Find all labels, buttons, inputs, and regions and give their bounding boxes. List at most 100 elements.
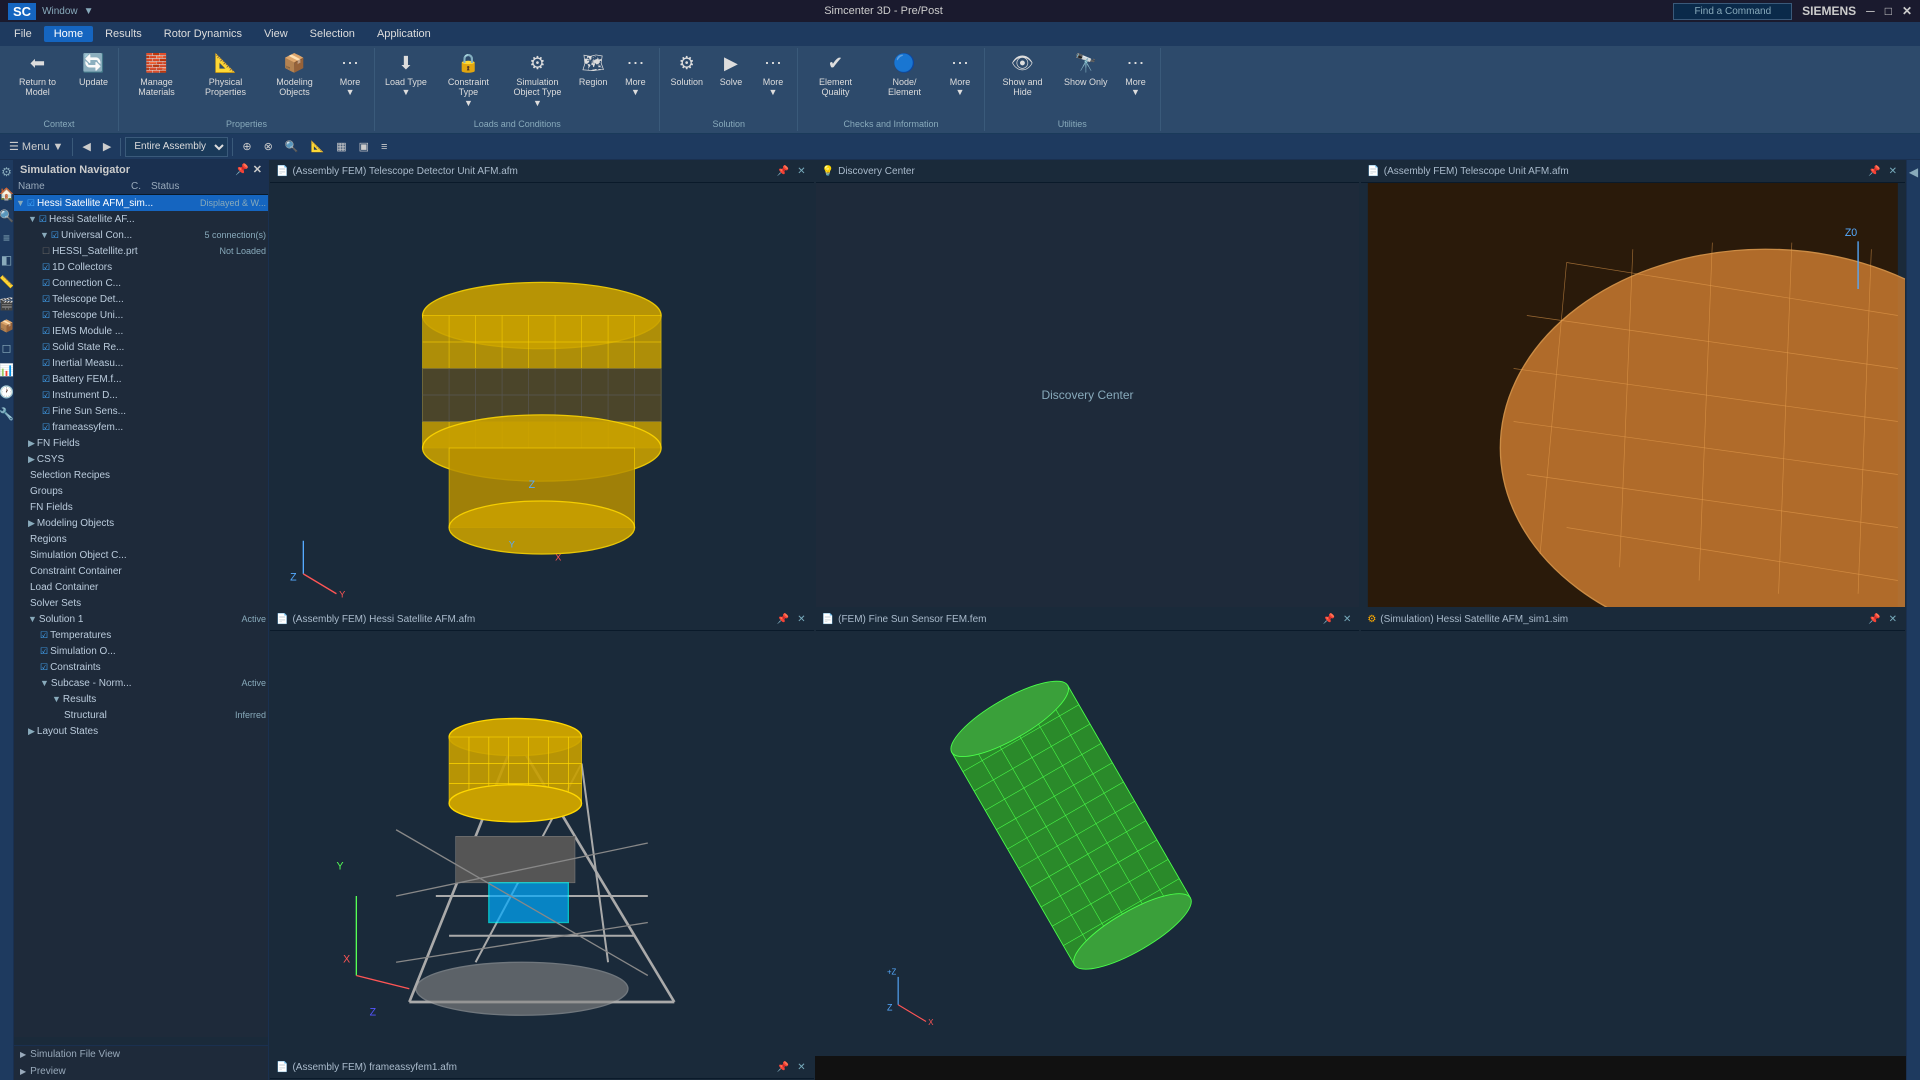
viewport-fine-sun-sensor[interactable]: 📄 (FEM) Fine Sun Sensor FEM.fem 📌 ✕ bbox=[815, 608, 1361, 1056]
tree-item-constraint-container[interactable]: Constraint Container bbox=[14, 563, 268, 579]
check-constraints[interactable]: ☑ bbox=[40, 662, 48, 673]
tree-item-solution1[interactable]: ▼ Solution 1 Active bbox=[14, 611, 268, 627]
vp6-close-btn[interactable]: ✕ bbox=[1887, 614, 1899, 625]
tree-item-satellite[interactable]: ▼ ☑ Hessi Satellite AF... bbox=[14, 211, 268, 227]
tree-item-constraints[interactable]: ☑ Constraints bbox=[14, 659, 268, 675]
left-icon-filter[interactable]: ≡ bbox=[0, 228, 13, 248]
ribbon-btn-more-loads[interactable]: ⋯ More ▼ bbox=[615, 50, 655, 101]
tree-item-regions[interactable]: Regions bbox=[14, 531, 268, 547]
right-icon-1[interactable]: ◀ bbox=[1906, 162, 1920, 182]
tree-item-modeling-objects[interactable]: ▶ Modeling Objects bbox=[14, 515, 268, 531]
tree-item-results[interactable]: ▼ Results bbox=[14, 691, 268, 707]
vp6-pin-btn[interactable]: 📌 bbox=[1866, 614, 1882, 625]
toolbar-assembly-select[interactable]: Entire Assembly bbox=[125, 137, 228, 157]
tree-item-fine-sun[interactable]: ☑ Fine Sun Sens... bbox=[14, 403, 268, 419]
ribbon-btn-modeling-objects[interactable]: 📦 Modeling Objects bbox=[261, 50, 328, 101]
ribbon-btn-update[interactable]: 🔄 Update bbox=[73, 50, 114, 90]
tree-item-inertial[interactable]: ☑ Inertial Measu... bbox=[14, 355, 268, 371]
vp4-pin-btn[interactable]: 📌 bbox=[1866, 166, 1882, 177]
menu-view[interactable]: View bbox=[254, 26, 298, 42]
toolbar-icon1[interactable]: ⊕ bbox=[237, 138, 256, 155]
check-universal[interactable]: ☑ bbox=[51, 230, 59, 241]
check-sim-o[interactable]: ☑ bbox=[40, 646, 48, 657]
menu-rotor-dynamics[interactable]: Rotor Dynamics bbox=[154, 26, 252, 42]
viewport-simulation-result[interactable]: ⚙ (Simulation) Hessi Satellite AFM_sim1.… bbox=[1360, 608, 1906, 1056]
viewport-frame-assembly[interactable]: 📄 (Assembly FEM) frameassyfem1.afm 📌 ✕ bbox=[269, 1056, 815, 1080]
tree-item-battery[interactable]: ☑ Battery FEM.f... bbox=[14, 371, 268, 387]
check-satellite[interactable]: ☑ bbox=[39, 214, 47, 225]
tree-item-universal[interactable]: ▼ ☑ Universal Con... 5 connection(s) bbox=[14, 227, 268, 243]
ribbon-btn-simulation-object-type[interactable]: ⚙ Simulation Object Type ▼ bbox=[504, 50, 571, 112]
ribbon-btn-physical-properties[interactable]: 📐 Physical Properties bbox=[192, 50, 259, 101]
ribbon-btn-solve[interactable]: ▶ Solve bbox=[711, 50, 751, 90]
toolbar-icon5[interactable]: ▦ bbox=[331, 138, 351, 155]
toggle-csys[interactable]: ▶ bbox=[28, 454, 35, 465]
vp7-pin-btn[interactable]: 📌 bbox=[775, 1062, 791, 1073]
toolbar-menu[interactable]: ☰ Menu ▼ bbox=[4, 138, 68, 155]
left-icon-shape[interactable]: ◻ bbox=[0, 338, 14, 358]
tree-item-temperatures[interactable]: ☑ Temperatures bbox=[14, 627, 268, 643]
toolbar-forward[interactable]: ▶ bbox=[98, 138, 116, 155]
menu-selection[interactable]: Selection bbox=[300, 26, 365, 42]
tree-item-root[interactable]: ▼ ☑ Hessi Satellite AFM_sim... Displayed… bbox=[14, 195, 268, 211]
window-max[interactable]: □ bbox=[1885, 4, 1892, 18]
check-instrument[interactable]: ☑ bbox=[42, 390, 50, 401]
menu-home[interactable]: Home bbox=[44, 26, 93, 42]
ribbon-btn-show-only[interactable]: 🔭 Show Only bbox=[1058, 50, 1114, 90]
tree-item-fn-fields[interactable]: ▶ FN Fields bbox=[14, 435, 268, 451]
tree-item-solid-state[interactable]: ☑ Solid State Re... bbox=[14, 339, 268, 355]
vp1-close-btn[interactable]: ✕ bbox=[795, 166, 807, 177]
ribbon-btn-constraint-type[interactable]: 🔒 Constraint Type ▼ bbox=[435, 50, 502, 112]
ribbon-btn-manage-materials[interactable]: 🧱 Manage Materials bbox=[123, 50, 190, 101]
viewport-telescope-unit[interactable]: 📄 (Assembly FEM) Telescope Unit AFM.afm … bbox=[1360, 160, 1906, 608]
left-icon-settings[interactable]: ⚙ bbox=[0, 162, 15, 182]
vp5-close-btn[interactable]: ✕ bbox=[1341, 614, 1353, 625]
sidebar-close-icon[interactable]: ✕ bbox=[253, 163, 262, 176]
menu-file[interactable]: File bbox=[4, 26, 42, 42]
check-root[interactable]: ☑ bbox=[27, 198, 35, 209]
vp3-close-btn[interactable]: ✕ bbox=[795, 614, 807, 625]
ribbon-btn-show-hide[interactable]: 👁 Show and Hide bbox=[989, 50, 1056, 101]
toggle-root[interactable]: ▼ bbox=[16, 198, 25, 208]
tree-item-1d-collectors[interactable]: ☑ 1D Collectors bbox=[14, 259, 268, 275]
toolbar-icon3[interactable]: 🔍 bbox=[280, 138, 304, 155]
toggle-modeling[interactable]: ▶ bbox=[28, 518, 35, 529]
toolbar-icon2[interactable]: ⊗ bbox=[259, 138, 278, 155]
ribbon-btn-more-checks[interactable]: ⋯ More ▼ bbox=[940, 50, 980, 101]
ribbon-btn-more-solution[interactable]: ⋯ More ▼ bbox=[753, 50, 793, 101]
toolbar-icon4[interactable]: 📐 bbox=[305, 138, 329, 155]
window-controls[interactable]: Window bbox=[42, 6, 78, 17]
viewport-discovery[interactable]: 💡 Discovery Center Discovery Center bbox=[815, 160, 1361, 608]
tree-item-iems[interactable]: ☑ IEMS Module ... bbox=[14, 323, 268, 339]
ribbon-btn-return-to-model[interactable]: ⬅ Return to Model bbox=[4, 50, 71, 101]
sidebar-hscrollbar[interactable] bbox=[14, 1037, 268, 1045]
check-1d[interactable]: ☑ bbox=[42, 262, 50, 273]
ribbon-btn-node-element[interactable]: 🔵 Node/ Element bbox=[871, 50, 938, 101]
check-temperatures[interactable]: ☑ bbox=[40, 630, 48, 641]
vp1-pin-btn[interactable]: 📌 bbox=[775, 166, 791, 177]
vp3-pin-btn[interactable]: 📌 bbox=[775, 614, 791, 625]
toggle-satellite[interactable]: ▼ bbox=[28, 214, 37, 224]
tree-item-selection-recipes[interactable]: Selection Recipes bbox=[14, 467, 268, 483]
sidebar-footer-sim-file[interactable]: ▶ Simulation File View bbox=[14, 1046, 268, 1063]
ribbon-btn-load-type[interactable]: ⬇ Load Type ▼ bbox=[379, 50, 433, 101]
toggle-results[interactable]: ▼ bbox=[52, 694, 61, 704]
tree-item-solver-sets[interactable]: Solver Sets bbox=[14, 595, 268, 611]
ribbon-btn-solution[interactable]: ⚙ Solution bbox=[664, 50, 709, 90]
tree-item-instrument[interactable]: ☑ Instrument D... bbox=[14, 387, 268, 403]
sidebar-content[interactable]: ▼ ☑ Hessi Satellite AFM_sim... Displayed… bbox=[14, 195, 268, 1037]
toggle-subcase[interactable]: ▼ bbox=[40, 678, 49, 688]
toggle-solution1[interactable]: ▼ bbox=[28, 614, 37, 624]
toolbar-back[interactable]: ◀ bbox=[77, 138, 95, 155]
vp7-close-btn[interactable]: ✕ bbox=[795, 1062, 807, 1073]
viewport-telescope-detector[interactable]: 📄 (Assembly FEM) Telescope Detector Unit… bbox=[269, 160, 815, 608]
check-fine-sun[interactable]: ☑ bbox=[42, 406, 50, 417]
check-battery[interactable]: ☑ bbox=[42, 374, 50, 385]
toggle-fn-fields[interactable]: ▶ bbox=[28, 438, 35, 449]
left-icon-layers[interactable]: ◧ bbox=[0, 250, 15, 270]
tree-item-hessi-prt[interactable]: ☐ HESSI_Satellite.prt Not Loaded bbox=[14, 243, 268, 259]
tree-item-telescope-det[interactable]: ☑ Telescope Det... bbox=[14, 291, 268, 307]
check-inertial[interactable]: ☑ bbox=[42, 358, 50, 369]
sidebar-footer-preview[interactable]: ▶ Preview bbox=[14, 1063, 268, 1080]
check-connection[interactable]: ☑ bbox=[42, 278, 50, 289]
